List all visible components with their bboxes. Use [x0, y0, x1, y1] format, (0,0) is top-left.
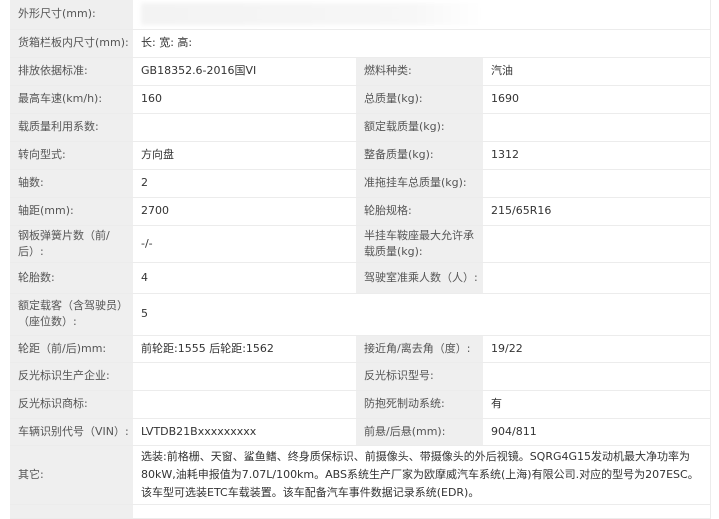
empty-cell [133, 504, 711, 519]
table-row: 轮胎数: 4 驾驶室准乘人数（人）: [10, 262, 711, 294]
value: 前轮距:1555 后轮距:1562 [133, 335, 356, 363]
label: 轮胎数: [10, 262, 133, 294]
label: 轴距(mm): [10, 197, 133, 226]
label: 钢板弹簧片数（前/后）: [10, 225, 133, 263]
value: 方向盘 [133, 141, 356, 170]
label: 轴数: [10, 169, 133, 198]
table-row: 额定载客（含驾驶员）（座位数）: 5 [10, 293, 711, 336]
value: LVTDB21Bxxxxxxxxx [133, 418, 356, 446]
label: 准拖挂车总质量(kg): [356, 169, 483, 198]
value [483, 362, 711, 391]
label: 反光标识型号: [356, 362, 483, 391]
value [483, 113, 711, 142]
label: 前悬/后悬(mm): [356, 418, 483, 446]
label: 载质量利用系数: [10, 113, 133, 142]
label: 最高车速(km/h): [10, 85, 133, 114]
value [133, 390, 356, 419]
table-row: 外形尺寸(mm): [10, 0, 711, 30]
value [133, 362, 356, 391]
value: 2 [133, 169, 356, 198]
label: 排放依据标准: [10, 57, 133, 86]
label-cargo-box: 货箱栏板内尺寸(mm): [10, 29, 133, 58]
value: 4 [133, 262, 356, 294]
value [483, 262, 711, 294]
table-row [10, 504, 711, 519]
value: 有 [483, 390, 711, 419]
value-dimensions-blurred [133, 0, 711, 30]
value: -/- [133, 225, 356, 263]
value: 1312 [483, 141, 711, 170]
table-row: 排放依据标准: GB18352.6-2016国VI 燃料种类: 汽油 [10, 57, 711, 86]
label: 反光标识商标: [10, 390, 133, 419]
value: 19/22 [483, 335, 711, 363]
value: 1690 [483, 85, 711, 114]
table-row: 最高车速(km/h): 160 总质量(kg): 1690 [10, 85, 711, 114]
table-row: 载质量利用系数: 额定载质量(kg): [10, 113, 711, 142]
blurred-value [141, 3, 481, 26]
table-row: 转向型式: 方向盘 整备质量(kg): 1312 [10, 141, 711, 170]
value: 汽油 [483, 57, 711, 86]
label: 燃料种类: [356, 57, 483, 86]
value [483, 169, 711, 198]
label: 整备质量(kg): [356, 141, 483, 170]
label: 车辆识别代号（VIN）: [10, 418, 133, 446]
table-row: 钢板弹簧片数（前/后）: -/- 半挂车鞍座最大允许承载质量(kg): [10, 225, 711, 263]
value: 215/65R16 [483, 197, 711, 226]
table-row: 其它: 选装:前格栅、天窗、鲨鱼鳍、终身质保标识、前摄像头、带摄像头的外后视镜。S… [10, 445, 711, 505]
table-row: 轮距（前/后)mm: 前轮距:1555 后轮距:1562 接近角/离去角（度）: 19… [10, 335, 711, 363]
value: 160 [133, 85, 356, 114]
label: 接近角/离去角（度）: [356, 335, 483, 363]
value [483, 225, 711, 263]
label: 驾驶室准乘人数（人）: [356, 262, 483, 294]
value [133, 113, 356, 142]
value-cargo-box: 长: 宽: 高: [133, 29, 711, 58]
label-dimensions: 外形尺寸(mm): [10, 0, 133, 30]
value: 5 [133, 293, 711, 336]
label: 反光标识生产企业: [10, 362, 133, 391]
label-other: 其它: [10, 445, 133, 505]
label: 轮胎规格: [356, 197, 483, 226]
table-row: 反光标识商标: 防抱死制动系统: 有 [10, 390, 711, 419]
value: 904/811 [483, 418, 711, 446]
label: 总质量(kg): [356, 85, 483, 114]
label: 防抱死制动系统: [356, 390, 483, 419]
table-row: 车辆识别代号（VIN）: LVTDB21Bxxxxxxxxx 前悬/后悬(mm): 9… [10, 418, 711, 446]
value: GB18352.6-2016国VI [133, 57, 356, 86]
vehicle-spec-table: 外形尺寸(mm): 货箱栏板内尺寸(mm): 长: 宽: 高: 排放依据标准: GB… [10, 0, 711, 519]
label: 轮距（前/后)mm: [10, 335, 133, 363]
label: 半挂车鞍座最大允许承载质量(kg): [356, 225, 483, 263]
label: 额定载客（含驾驶员）（座位数）: [10, 293, 133, 336]
value-other: 选装:前格栅、天窗、鲨鱼鳍、终身质保标识、前摄像头、带摄像头的外后视镜。SQRG… [133, 445, 711, 505]
value: 2700 [133, 197, 356, 226]
table-row: 货箱栏板内尺寸(mm): 长: 宽: 高: [10, 29, 711, 58]
label: 转向型式: [10, 141, 133, 170]
label: 额定载质量(kg): [356, 113, 483, 142]
table-row: 反光标识生产企业: 反光标识型号: [10, 362, 711, 391]
table-row: 轴距(mm): 2700 轮胎规格: 215/65R16 [10, 197, 711, 226]
table-row: 轴数: 2 准拖挂车总质量(kg): [10, 169, 711, 198]
empty-cell [10, 504, 133, 519]
